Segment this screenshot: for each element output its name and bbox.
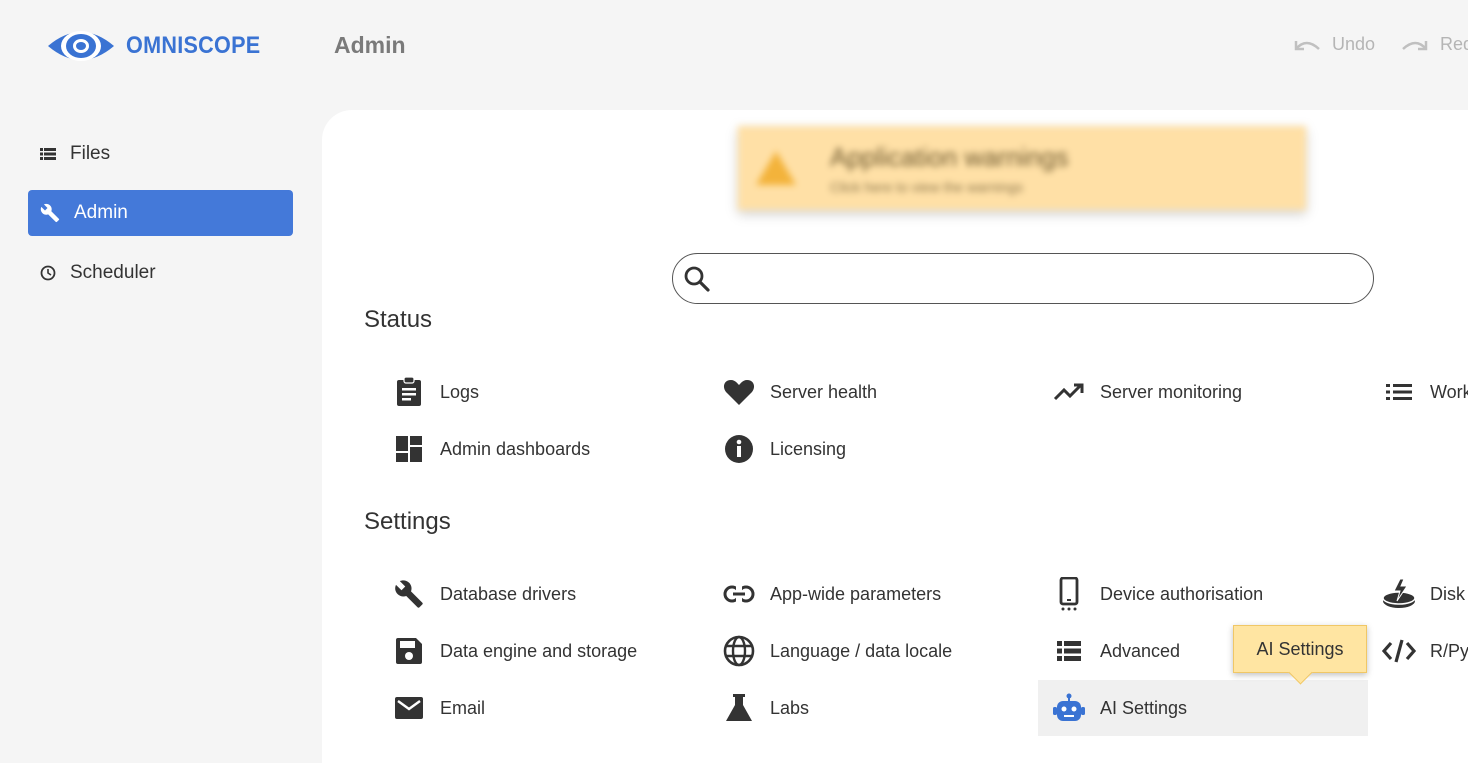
redo-icon [1402,40,1428,50]
admin-item-disk[interactable]: Disk [1382,566,1465,622]
admin-item-admin-dashboards[interactable]: Admin dashboards [392,421,590,477]
link-icon [723,585,755,603]
sidebar-item-admin[interactable]: Admin [28,190,293,236]
admin-item-database-drivers[interactable]: Database drivers [392,566,576,622]
item-label: Device authorisation [1100,583,1264,604]
info-icon [725,435,753,463]
page-title: Admin [334,32,406,58]
warning-subtitle: Click here to view the warnings [830,178,1023,195]
item-label: AI Settings [1100,697,1188,718]
item-label: Advanced [1100,640,1181,661]
admin-item-server-health[interactable]: Server health [722,364,877,420]
wrench-icon [40,203,60,223]
redo-label: Redo [1440,34,1468,54]
heart-icon [723,380,755,405]
globe-icon [723,635,755,667]
item-label: Work [1430,381,1468,402]
eye-logo-icon [48,31,114,61]
mail-icon [395,697,423,719]
dashboard-icon [396,436,422,462]
item-label: Language / data locale [770,640,953,661]
wrench-icon [395,580,423,608]
item-label: Data engine and storage [440,640,638,661]
sidebar-item-label: Scheduler [70,262,156,283]
admin-item-r-py[interactable]: R/Py [1382,623,1468,679]
ai-settings-tooltip: AI Settings [1233,625,1367,673]
item-label: Logs [440,381,480,402]
admin-item-language-locale[interactable]: Language / data locale [722,623,952,679]
item-label: App-wide parameters [770,583,942,604]
item-label: Server health [770,381,878,402]
admin-item-labs[interactable]: Labs [722,680,809,736]
sidebar-item-label: Admin [74,202,128,223]
disk-icon [1382,578,1416,608]
list-icon [1057,641,1081,661]
item-label: Disk [1430,583,1465,604]
admin-item-work[interactable]: Work [1382,364,1468,420]
clipboard-icon [397,377,421,406]
admin-item-advanced[interactable]: Advanced [1052,623,1180,679]
redo-button[interactable]: Redo [1400,34,1468,55]
admin-item-licensing[interactable]: Licensing [722,421,846,477]
admin-item-email[interactable]: Email [392,680,485,736]
item-label: Admin dashboards [440,438,591,459]
admin-item-device-authorisation[interactable]: Device authorisation [1052,566,1263,622]
sidebar-item-scheduler[interactable]: Scheduler [28,250,293,296]
clock-icon [40,265,56,281]
admin-item-server-monitoring[interactable]: Server monitoring [1052,364,1242,420]
admin-item-ai-settings[interactable]: AI Settings [1038,680,1368,736]
search-input[interactable] [672,253,1374,304]
list-lines-icon [1386,384,1412,400]
save-icon [396,638,422,664]
item-label: Email [440,697,486,718]
logo-text: OMNISCOPE [126,32,261,59]
undo-icon [1294,40,1320,50]
phone-icon [1059,577,1079,611]
item-label: Database drivers [440,583,577,604]
application-warnings-banner[interactable]: Application warnings Click here to view … [738,126,1306,210]
admin-item-data-engine-storage[interactable]: Data engine and storage [392,623,637,679]
undo-label: Undo [1332,34,1376,54]
sidebar-item-files[interactable]: Files [28,131,293,177]
list-icon [40,148,56,160]
admin-item-app-wide-parameters[interactable]: App-wide parameters [722,566,941,622]
robot-icon [1053,693,1085,721]
code-icon [1382,639,1416,663]
item-label: R/Py [1430,640,1468,661]
trending-up-icon [1053,383,1084,401]
item-label: Labs [770,697,810,718]
warning-title: Application warnings [830,141,1069,172]
item-label: Server monitoring [1100,381,1243,402]
status-section-title: Status [364,306,433,333]
admin-item-logs[interactable]: Logs [392,364,479,420]
omniscope-logo[interactable]: OMNISCOPE [46,26,275,66]
flask-icon [726,694,752,721]
sidebar-item-label: Files [70,143,111,164]
settings-section-title: Settings [364,508,451,535]
item-label: Licensing [770,438,847,459]
warning-icon [756,151,796,185]
search-icon [684,266,710,292]
undo-button[interactable]: Undo [1292,34,1375,55]
